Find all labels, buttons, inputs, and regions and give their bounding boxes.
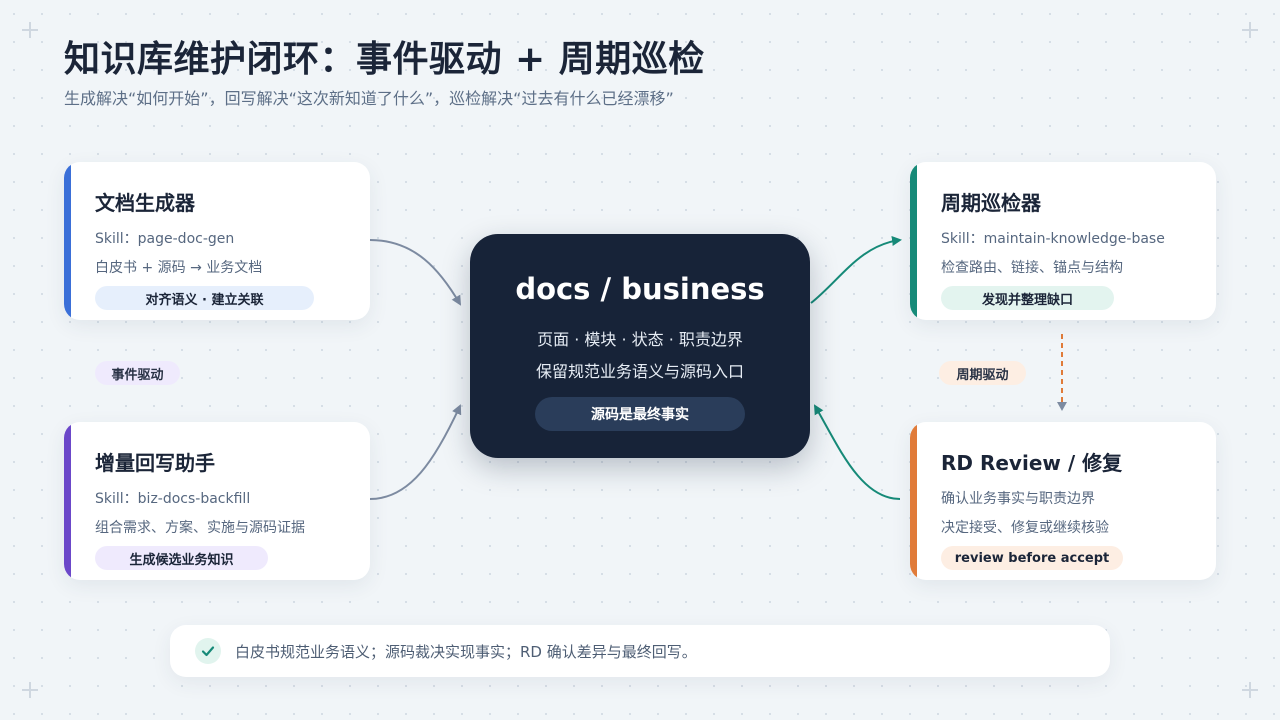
- card-accent-bar: [64, 162, 71, 320]
- card-title: RD Review / 修复: [941, 451, 1123, 475]
- center-badge: 源码是最终事实: [535, 397, 745, 431]
- card-backfill-assistant: 增量回写助手 Skill：biz-docs-backfill 组合需求、方案、实…: [64, 422, 370, 580]
- card-periodic-inspector: 周期巡检器 Skill：maintain-knowledge-base 检查路由…: [910, 162, 1216, 320]
- card-accent-bar: [910, 422, 917, 580]
- card-badge: review before accept: [941, 546, 1123, 570]
- arrow-inspector-to-review-head: [1057, 402, 1067, 411]
- footer-text: 白皮书规范业务语义；源码裁决实现事实；RD 确认差异与最终回写。: [235, 643, 697, 661]
- card-rd-review: RD Review / 修复 确认业务事实与职责边界 决定接受、修复或继续核验 …: [910, 422, 1216, 580]
- center-title: docs / business: [515, 272, 765, 306]
- card-skill: Skill：page-doc-gen: [95, 231, 235, 247]
- arrow-review-to-center: [813, 404, 901, 500]
- card-doc-generator: 文档生成器 Skill：page-doc-gen 白皮书 + 源码 → 业务文档…: [64, 162, 370, 320]
- card-description: 组合需求、方案、实施与源码证据: [95, 520, 305, 536]
- card-description: 检查路由、链接、锚点与结构: [941, 260, 1123, 276]
- card-description: 白皮书 + 源码 → 业务文档: [95, 260, 263, 276]
- arrow-generator-to-center: [369, 239, 462, 306]
- card-title: 文档生成器: [95, 191, 195, 215]
- check-icon: [195, 638, 221, 664]
- card-skill: Skill：biz-docs-backfill: [95, 491, 251, 507]
- center-node-docs-business: docs / business 页面 · 模块 · 状态 · 职责边界 保留规范…: [470, 234, 810, 458]
- center-line-2: 保留规范业务语义与源码入口: [535, 362, 744, 381]
- card-title: 增量回写助手: [95, 451, 215, 475]
- tag-periodic-driven: 周期驱动: [939, 361, 1026, 385]
- card-skill: Skill：maintain-knowledge-base: [941, 231, 1165, 247]
- card-badge: 对齐语义 · 建立关联: [95, 286, 314, 310]
- tag-event-driven: 事件驱动: [95, 361, 180, 385]
- card-line-2: 决定接受、修复或继续核验: [941, 520, 1109, 536]
- arrow-center-to-inspector: [810, 236, 902, 304]
- card-accent-bar: [910, 162, 917, 320]
- footer-note: 白皮书规范业务语义；源码裁决实现事实；RD 确认差异与最终回写。: [170, 625, 1110, 677]
- arrow-backfill-to-center: [369, 404, 462, 500]
- card-badge: 发现并整理缺口: [941, 286, 1114, 310]
- card-line-1: 确认业务事实与职责边界: [941, 491, 1095, 507]
- center-line-1: 页面 · 模块 · 状态 · 职责边界: [537, 330, 743, 349]
- card-badge: 生成候选业务知识: [95, 546, 268, 570]
- card-accent-bar: [64, 422, 71, 580]
- card-title: 周期巡检器: [941, 191, 1041, 215]
